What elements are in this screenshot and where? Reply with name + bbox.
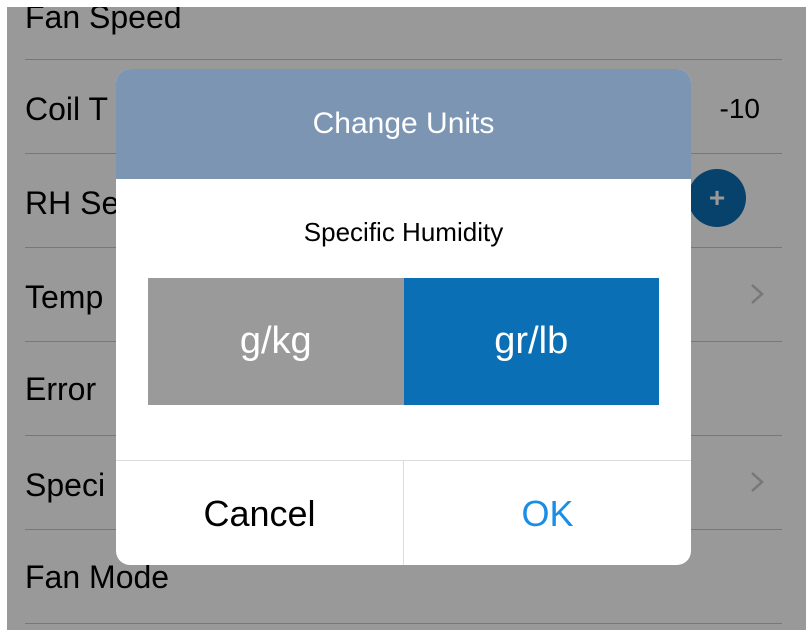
change-units-dialog: Change Units Specific Humidity g/kg gr/l…	[116, 69, 691, 565]
dialog-title: Change Units	[312, 107, 495, 140]
cancel-button[interactable]: Cancel	[116, 461, 404, 565]
unit-option-gr-lb[interactable]: gr/lb	[403, 278, 659, 405]
ok-button[interactable]: OK	[404, 461, 691, 565]
screen-edge	[0, 0, 7, 630]
dialog-header: Change Units	[116, 69, 691, 179]
units-segmented-control: g/kg gr/lb	[148, 278, 659, 405]
dialog-subtitle: Specific Humidity	[303, 217, 504, 247]
unit-option-g-kg[interactable]: g/kg	[148, 278, 404, 405]
screen-edge	[0, 0, 806, 7]
dialog-actions: Cancel OK	[116, 460, 691, 565]
